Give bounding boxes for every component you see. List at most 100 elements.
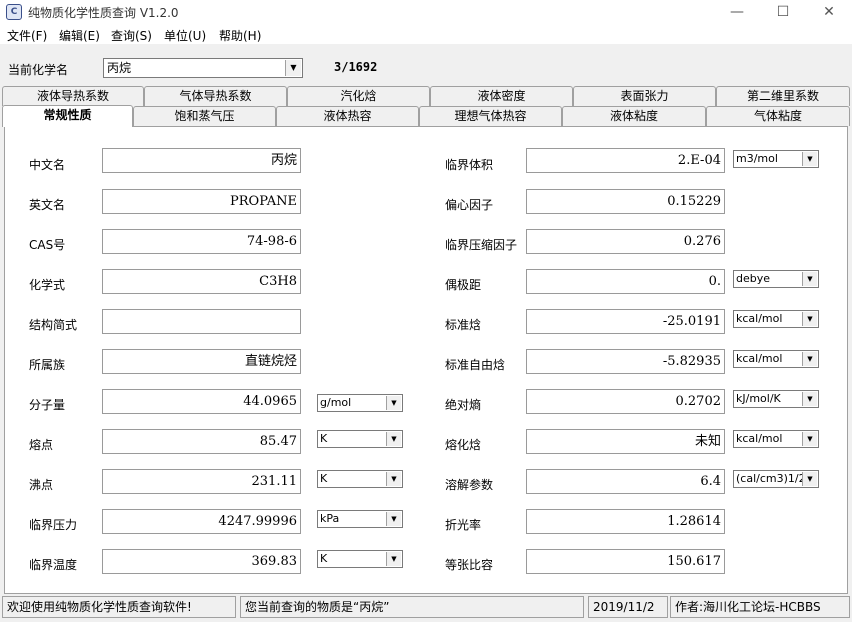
- unit-fusion-enthalpy-value: kcal/mol: [736, 432, 783, 445]
- unit-critical-temperature[interactable]: K ▼: [317, 550, 403, 568]
- tab-saturated-vapor-pressure[interactable]: 饱和蒸气压: [133, 106, 276, 126]
- field-chinese-name[interactable]: 丙烷: [102, 148, 301, 173]
- label-structure: 结构简式: [29, 318, 78, 332]
- unit-standard-free-enthalpy[interactable]: kcal/mol ▼: [733, 350, 819, 368]
- label-refractive-index: 折光率: [445, 518, 482, 532]
- field-cas-number[interactable]: 74-98-6: [102, 229, 301, 254]
- chevron-down-icon[interactable]: ▼: [386, 396, 401, 410]
- menu-file[interactable]: 文件(F): [7, 27, 47, 44]
- tab-surface-tension[interactable]: 表面张力: [573, 86, 716, 106]
- unit-solubility-parameter[interactable]: (cal/cm3)1/2 ▼: [733, 470, 819, 488]
- chevron-down-icon[interactable]: ▼: [802, 272, 817, 286]
- chemical-select[interactable]: 丙烷 ▼: [103, 58, 303, 78]
- unit-solubility-parameter-value: (cal/cm3)1/2: [736, 472, 806, 485]
- chevron-down-icon[interactable]: ▼: [802, 472, 817, 486]
- tab-gas-thermal-conductivity[interactable]: 气体导热系数: [144, 86, 287, 106]
- unit-absolute-entropy[interactable]: kJ/mol/K ▼: [733, 390, 819, 408]
- tab-gas-viscosity[interactable]: 气体粘度: [706, 106, 850, 126]
- tab-liquid-thermal-conductivity[interactable]: 液体导热系数: [2, 86, 144, 106]
- tab-ideal-gas-heat-capacity[interactable]: 理想气体热容: [419, 106, 562, 126]
- unit-molecular-weight-value: g/mol: [320, 396, 352, 409]
- chevron-down-icon[interactable]: ▼: [802, 352, 817, 366]
- menu-query[interactable]: 查询(S): [111, 27, 152, 44]
- label-critical-volume: 临界体积: [445, 158, 494, 172]
- field-parachor[interactable]: 150.617: [526, 549, 725, 574]
- chevron-down-icon[interactable]: ▼: [802, 312, 817, 326]
- status-author: 作者:海川化工论坛-HCBBS: [670, 596, 850, 618]
- field-critical-temperature[interactable]: 369.83: [102, 549, 301, 574]
- unit-fusion-enthalpy[interactable]: kcal/mol ▼: [733, 430, 819, 448]
- label-solubility-parameter: 溶解参数: [445, 478, 494, 492]
- tab-liquid-density[interactable]: 液体密度: [430, 86, 573, 106]
- chevron-down-icon[interactable]: ▼: [386, 512, 401, 526]
- tab-vaporization-enthalpy[interactable]: 汽化焓: [287, 86, 430, 106]
- unit-critical-temperature-value: K: [320, 552, 328, 565]
- field-formula[interactable]: C3H8: [102, 269, 301, 294]
- field-absolute-entropy[interactable]: 0.2702: [526, 389, 725, 414]
- title-bar: C 纯物质化学性质查询 V1.2.0 — ☐ ✕: [0, 0, 852, 24]
- label-boiling-point: 沸点: [29, 478, 54, 492]
- label-molecular-weight: 分子量: [29, 398, 66, 412]
- chevron-down-icon[interactable]: ▼: [802, 432, 817, 446]
- minimize-button[interactable]: —: [714, 0, 760, 24]
- label-fusion-enthalpy: 熔化焓: [445, 438, 482, 452]
- field-boiling-point[interactable]: 231.11: [102, 469, 301, 494]
- unit-standard-free-enthalpy-value: kcal/mol: [736, 352, 783, 365]
- chevron-down-icon[interactable]: ▼: [386, 552, 401, 566]
- chevron-down-icon[interactable]: ▼: [285, 60, 301, 76]
- status-bar: 欢迎使用纯物质化学性质查询软件! 您当前查询的物质是“丙烷” 2019/11/2…: [0, 596, 852, 622]
- tab-general-properties[interactable]: 常规性质: [2, 105, 133, 127]
- unit-critical-pressure[interactable]: kPa ▼: [317, 510, 403, 528]
- unit-standard-enthalpy-value: kcal/mol: [736, 312, 783, 325]
- field-critical-compressibility[interactable]: 0.276: [526, 229, 725, 254]
- label-standard-free-enthalpy: 标准自由焓: [445, 358, 506, 372]
- tab-second-virial-coefficient[interactable]: 第二维里系数: [716, 86, 850, 106]
- field-english-name[interactable]: PROPANE: [102, 189, 301, 214]
- field-structure[interactable]: [102, 309, 301, 334]
- field-refractive-index[interactable]: 1.28614: [526, 509, 725, 534]
- field-critical-volume[interactable]: 2.E-04: [526, 148, 725, 173]
- menu-edit[interactable]: 编辑(E): [59, 27, 100, 44]
- label-acentric-factor: 偏心因子: [445, 198, 494, 212]
- unit-boiling-point[interactable]: K ▼: [317, 470, 403, 488]
- field-solubility-parameter[interactable]: 6.4: [526, 469, 725, 494]
- unit-dipole-moment[interactable]: debye ▼: [733, 270, 819, 288]
- field-acentric-factor[interactable]: 0.15229: [526, 189, 725, 214]
- label-cas-number: CAS号: [29, 238, 66, 252]
- chevron-down-icon[interactable]: ▼: [386, 472, 401, 486]
- tab-liquid-viscosity[interactable]: 液体粘度: [562, 106, 706, 126]
- field-dipole-moment[interactable]: 0.: [526, 269, 725, 294]
- current-chemical-label: 当前化学名: [8, 63, 69, 77]
- label-dipole-moment: 偶极距: [445, 278, 482, 292]
- status-date: 2019/11/2: [588, 596, 668, 618]
- unit-boiling-point-value: K: [320, 472, 328, 485]
- menu-unit[interactable]: 单位(U): [164, 27, 206, 44]
- chevron-down-icon[interactable]: ▼: [802, 152, 817, 166]
- status-query: 您当前查询的物质是“丙烷”: [240, 596, 584, 618]
- field-family[interactable]: 直链烷烃: [102, 349, 301, 374]
- maximize-button[interactable]: ☐: [760, 0, 806, 24]
- window-title: 纯物质化学性质查询 V1.2.0: [28, 6, 179, 20]
- unit-melting-point[interactable]: K ▼: [317, 430, 403, 448]
- unit-standard-enthalpy[interactable]: kcal/mol ▼: [733, 310, 819, 328]
- label-absolute-entropy: 绝对熵: [445, 398, 482, 412]
- field-standard-free-enthalpy[interactable]: -5.82935: [526, 349, 725, 374]
- label-critical-pressure: 临界压力: [29, 518, 78, 532]
- menu-help[interactable]: 帮助(H): [219, 27, 261, 44]
- field-fusion-enthalpy[interactable]: 未知: [526, 429, 725, 454]
- label-critical-compressibility: 临界压缩因子: [445, 238, 518, 252]
- field-critical-pressure[interactable]: 4247.99996: [102, 509, 301, 534]
- unit-critical-volume[interactable]: m3/mol ▼: [733, 150, 819, 168]
- chevron-down-icon[interactable]: ▼: [386, 432, 401, 446]
- unit-molecular-weight[interactable]: g/mol ▼: [317, 394, 403, 412]
- field-molecular-weight[interactable]: 44.0965: [102, 389, 301, 414]
- close-button[interactable]: ✕: [806, 0, 852, 24]
- label-melting-point: 熔点: [29, 438, 54, 452]
- label-parachor: 等张比容: [445, 558, 494, 572]
- field-standard-enthalpy[interactable]: -25.0191: [526, 309, 725, 334]
- tab-liquid-heat-capacity[interactable]: 液体热容: [276, 106, 419, 126]
- unit-melting-point-value: K: [320, 432, 328, 445]
- chevron-down-icon[interactable]: ▼: [802, 392, 817, 406]
- menu-bar: 文件(F) 编辑(E) 查询(S) 单位(U) 帮助(H): [0, 24, 852, 44]
- field-melting-point[interactable]: 85.47: [102, 429, 301, 454]
